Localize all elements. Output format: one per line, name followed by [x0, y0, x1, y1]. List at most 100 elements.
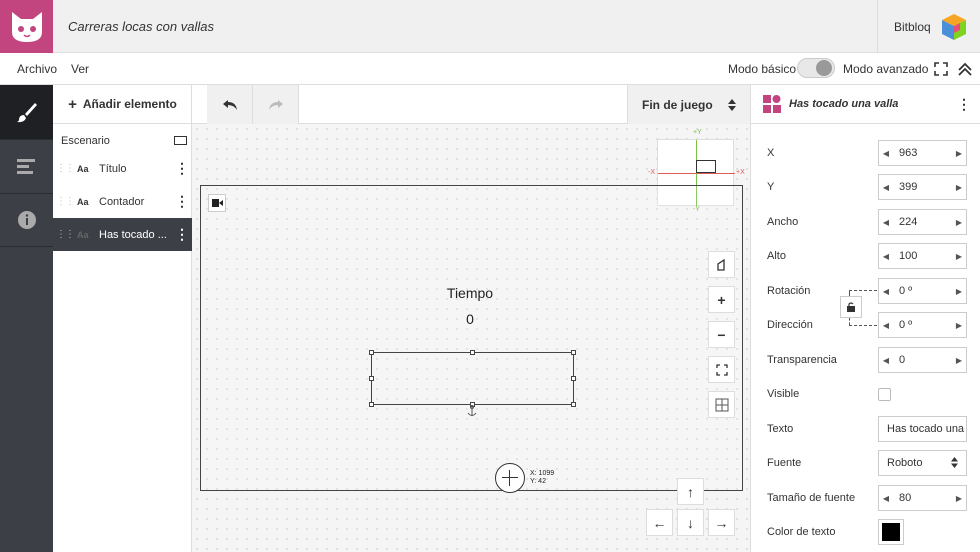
- decrement-icon[interactable]: ◀: [879, 494, 893, 503]
- element-label: Contador: [99, 195, 145, 208]
- time-label[interactable]: Tiempo: [400, 285, 540, 301]
- scene-select[interactable]: Fin de juego: [627, 85, 750, 124]
- mode-advanced-label: Modo avanzado: [843, 62, 929, 76]
- increment-icon[interactable]: ▶: [952, 494, 966, 503]
- menu-file[interactable]: Archivo: [17, 53, 57, 85]
- width-label: Ancho: [767, 216, 799, 228]
- app-logo[interactable]: [0, 0, 53, 53]
- sidebar-tab-blocks[interactable]: [0, 139, 53, 193]
- rotation-input[interactable]: ◀ 0 º ▶: [878, 278, 967, 304]
- zoom-in-button[interactable]: +: [708, 286, 735, 313]
- y-input[interactable]: ◀ 399 ▶: [878, 174, 967, 200]
- height-input[interactable]: ◀ 100 ▶: [878, 243, 967, 269]
- zoom-out-button[interactable]: −: [708, 321, 735, 348]
- y-value[interactable]: 399: [893, 181, 952, 193]
- arrow-left-icon: ←: [652, 514, 667, 531]
- rotation-value[interactable]: 0 º: [893, 285, 952, 297]
- mode-toggle[interactable]: [797, 58, 835, 78]
- home-view-button[interactable]: [708, 251, 735, 278]
- text-color-swatch[interactable]: [878, 519, 904, 545]
- decrement-icon[interactable]: ◀: [879, 252, 893, 261]
- more-options-icon[interactable]: ⋮: [172, 226, 192, 243]
- sidebar-tab-info[interactable]: [0, 193, 53, 247]
- minimap-viewport[interactable]: [696, 160, 716, 173]
- decrement-icon[interactable]: ◀: [879, 287, 893, 296]
- direction-value[interactable]: 0 º: [893, 319, 952, 331]
- increment-icon[interactable]: ▶: [952, 287, 966, 296]
- resize-handle[interactable]: [369, 402, 374, 407]
- direction-input[interactable]: ◀ 0 º ▶: [878, 312, 967, 338]
- toggle-knob: [816, 60, 832, 76]
- move-up-button[interactable]: ↑: [677, 478, 704, 505]
- more-options-icon[interactable]: ⋮: [172, 193, 192, 210]
- project-title[interactable]: Carreras locas con vallas: [68, 0, 214, 53]
- decrement-icon[interactable]: ◀: [879, 356, 893, 365]
- decrement-icon[interactable]: ◀: [879, 149, 893, 158]
- screen-icon: [168, 136, 192, 145]
- more-options-icon[interactable]: ⋮: [172, 160, 192, 177]
- selected-element-box[interactable]: [369, 350, 576, 407]
- decrement-icon[interactable]: ◀: [879, 183, 893, 192]
- fullscreen-icon[interactable]: [934, 62, 948, 76]
- anchor-icon[interactable]: [466, 405, 478, 417]
- decrement-icon[interactable]: ◀: [879, 321, 893, 330]
- list-item[interactable]: ⋮⋮ Aa Título ⋮: [53, 152, 192, 185]
- text-input[interactable]: Has tocado una: [878, 416, 967, 442]
- fit-view-button[interactable]: [708, 356, 735, 383]
- camera-button[interactable]: [208, 194, 226, 212]
- list-item[interactable]: ⋮⋮ Aa Contador ⋮: [53, 185, 192, 218]
- font-select[interactable]: Roboto: [878, 450, 967, 476]
- rotation-label: Rotación: [767, 285, 811, 297]
- time-value[interactable]: 0: [400, 311, 540, 327]
- lock-button[interactable]: [840, 296, 862, 318]
- home-icon: [716, 258, 725, 271]
- transparency-input[interactable]: ◀ 0 ▶: [878, 347, 967, 373]
- increment-icon[interactable]: ▶: [952, 218, 966, 227]
- move-down-button[interactable]: ↓: [677, 509, 704, 536]
- increment-icon[interactable]: ▶: [952, 149, 966, 158]
- visible-checkbox[interactable]: [878, 388, 891, 401]
- resize-handle[interactable]: [470, 350, 475, 355]
- text-type-icon: Aa: [77, 196, 89, 207]
- list-item-selected[interactable]: ⋮⋮ Aa Has tocado ... ⋮: [53, 218, 192, 251]
- move-right-button[interactable]: →: [708, 509, 735, 536]
- font-size-label: Tamaño de fuente: [767, 492, 856, 504]
- drag-handle-icon[interactable]: ⋮⋮: [53, 163, 77, 174]
- width-input[interactable]: ◀ 224 ▶: [878, 209, 967, 235]
- move-left-button[interactable]: ←: [646, 509, 673, 536]
- transparency-value[interactable]: 0: [893, 354, 952, 366]
- font-select-value: Roboto: [887, 457, 923, 469]
- resize-handle[interactable]: [571, 376, 576, 381]
- increment-icon[interactable]: ▶: [952, 356, 966, 365]
- bitbloq-cube-icon: [941, 13, 966, 40]
- font-size-value[interactable]: 80: [893, 492, 952, 504]
- resize-handle[interactable]: [571, 350, 576, 355]
- sidebar-tab-design[interactable]: [0, 85, 53, 139]
- drag-handle-icon[interactable]: ⋮⋮: [53, 229, 77, 240]
- redo-button[interactable]: [253, 85, 299, 124]
- drag-handle-icon[interactable]: ⋮⋮: [53, 196, 77, 207]
- width-value[interactable]: 224: [893, 216, 952, 228]
- expand-icon: [715, 363, 728, 376]
- menu-view[interactable]: Ver: [71, 53, 89, 85]
- increment-icon[interactable]: ▶: [952, 321, 966, 330]
- increment-icon[interactable]: ▶: [952, 183, 966, 192]
- font-size-input[interactable]: ◀ 80 ▶: [878, 485, 967, 511]
- x-value[interactable]: 963: [893, 147, 952, 159]
- undo-button[interactable]: [207, 85, 253, 124]
- resize-handle[interactable]: [571, 402, 576, 407]
- resize-handle[interactable]: [369, 376, 374, 381]
- height-value[interactable]: 100: [893, 250, 952, 262]
- x-input[interactable]: ◀ 963 ▶: [878, 140, 967, 166]
- add-element-button[interactable]: + Añadir elemento: [53, 85, 192, 124]
- decrement-icon[interactable]: ◀: [879, 218, 893, 227]
- grid-toggle-button[interactable]: [708, 391, 735, 418]
- more-options-icon[interactable]: ⋮: [947, 96, 980, 113]
- element-label: Has tocado ...: [99, 228, 167, 241]
- plus-icon: +: [717, 291, 726, 308]
- elements-panel: + Añadir elemento Escenario ⋮⋮ Aa Título…: [53, 85, 192, 552]
- resize-handle[interactable]: [369, 350, 374, 355]
- origin-marker: [495, 463, 525, 493]
- increment-icon[interactable]: ▶: [952, 252, 966, 261]
- collapse-icon[interactable]: [957, 61, 973, 77]
